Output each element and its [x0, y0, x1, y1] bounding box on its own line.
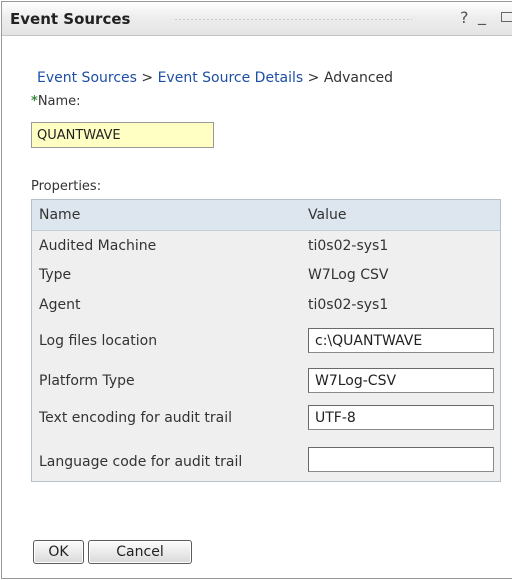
- breadcrumb-current: Advanced: [323, 70, 394, 86]
- property-value: ti0s02-sys1: [308, 238, 389, 254]
- breadcrumb-event-source-details[interactable]: Event Source Details: [158, 70, 304, 86]
- properties-table-header: Name Value: [32, 200, 500, 231]
- breadcrumb-separator: >: [307, 70, 320, 86]
- breadcrumb: Event Sources > Event Source Details > A…: [37, 70, 393, 86]
- cancel-button[interactable]: Cancel: [88, 540, 192, 564]
- column-header-name: Name: [39, 207, 81, 223]
- column-header-value: Value: [308, 207, 347, 223]
- name-input[interactable]: [31, 122, 214, 148]
- language-code-input[interactable]: [308, 447, 494, 472]
- property-name: Audited Machine: [39, 238, 157, 254]
- log-files-location-input[interactable]: [308, 328, 494, 353]
- required-marker: *: [31, 94, 38, 109]
- name-label-text: Name:: [37, 94, 81, 109]
- property-value: ti0s02-sys1: [308, 297, 389, 313]
- help-icon[interactable]: ?: [460, 8, 469, 27]
- property-name: Language code for audit trail: [39, 454, 243, 470]
- property-name: Type: [39, 267, 72, 283]
- property-name: Text encoding for audit trail: [39, 410, 232, 426]
- property-name: Log files location: [39, 333, 158, 349]
- property-name: Platform Type: [39, 373, 135, 389]
- title-bar-grip: [174, 18, 412, 21]
- maximize-icon[interactable]: [501, 12, 512, 22]
- properties-label: Properties:: [31, 179, 102, 194]
- name-label: *Name:: [31, 94, 81, 109]
- properties-table: Name Value Audited Machine ti0s02-sys1 T…: [31, 199, 501, 482]
- breadcrumb-separator: >: [141, 70, 154, 86]
- minimize-icon[interactable]: _: [478, 6, 486, 25]
- breadcrumb-event-sources[interactable]: Event Sources: [37, 70, 137, 86]
- window-title: Event Sources: [10, 10, 131, 28]
- title-bar: Event Sources ? _: [2, 2, 512, 36]
- property-name: Agent: [39, 297, 81, 313]
- event-sources-window: Event Sources ? _ Event Sources > Event …: [1, 1, 512, 579]
- platform-type-input[interactable]: [308, 368, 494, 393]
- ok-button[interactable]: OK: [33, 540, 84, 564]
- property-value: W7Log CSV: [308, 267, 389, 283]
- text-encoding-input[interactable]: [308, 405, 494, 430]
